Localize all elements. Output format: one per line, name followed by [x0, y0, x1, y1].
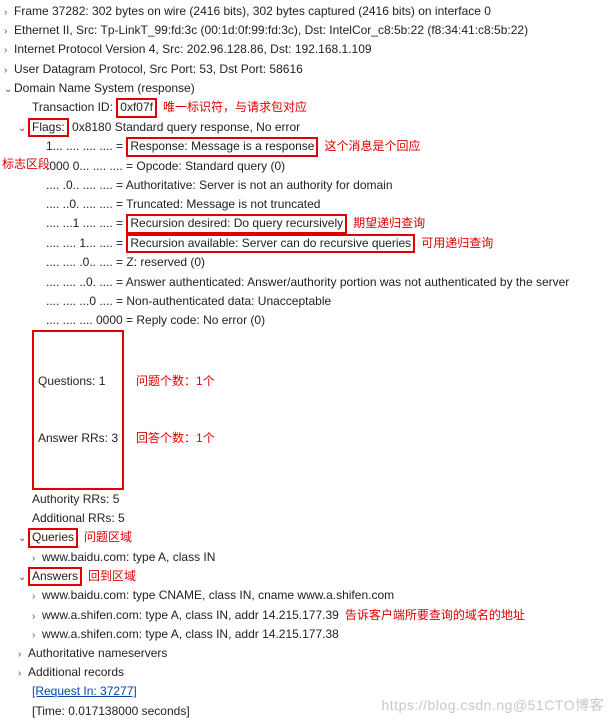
chevron-right-icon[interactable]: ›	[4, 63, 14, 79]
chevron-down-icon[interactable]: ⌄	[18, 570, 28, 586]
questions-text: Questions: 1	[38, 374, 105, 388]
udp-summary[interactable]: › User Datagram Protocol, Src Port: 53, …	[4, 60, 610, 79]
flag-bits: .... .... 1... .... =	[46, 234, 126, 253]
chevron-down-icon[interactable]: ⌄	[18, 531, 28, 547]
queries-label: Queries	[28, 528, 78, 548]
flag-truncated: .... ..0. .... .... = Truncated: Message…	[46, 195, 320, 214]
answer-rrs-text: Answer RRs: 3	[38, 431, 118, 445]
additional-records-row[interactable]: › Additional records	[4, 663, 610, 682]
authority-rrs: Authority RRs: 5	[32, 490, 119, 509]
chevron-right-icon[interactable]: ›	[18, 647, 28, 663]
chevron-right-icon[interactable]: ›	[4, 43, 14, 59]
answer-rrs-anno: 回答个数：1个	[136, 429, 215, 448]
counts-box: Questions: 1 Answer RRs: 3	[32, 330, 124, 490]
dns-summary[interactable]: ⌄ Domain Name System (response)	[4, 79, 610, 98]
query-item: www.baidu.com: type A, class IN	[42, 548, 215, 567]
frame-summary[interactable]: › Frame 37282: 302 bytes on wire (2416 b…	[4, 2, 610, 21]
chevron-right-icon[interactable]: ›	[4, 24, 14, 40]
additional-rrs-row[interactable]: Additional RRs: 5	[4, 509, 610, 528]
answers-row[interactable]: ⌄ Answers 回到区域	[4, 567, 610, 587]
flags-section-anno: 标志区段	[2, 155, 50, 174]
ethernet-summary[interactable]: › Ethernet II, Src: Tp-LinkT_99:fd:3c (0…	[4, 21, 610, 40]
additional-records: Additional records	[28, 663, 124, 682]
authoritative-ns: Authoritative nameservers	[28, 644, 167, 663]
questions-anno: 问题个数：1个	[136, 372, 215, 391]
transaction-id-value: 0xf07f	[116, 98, 157, 118]
flag-recursion-desired-row[interactable]: .... ...1 .... .... = Recursion desired:…	[4, 214, 610, 234]
flag-non-auth: .... .... ...0 .... = Non-authenticated …	[46, 292, 331, 311]
answer-item-2: www.a.shifen.com: type A, class IN, addr…	[42, 606, 339, 625]
flag-response-text: Response: Message is a response	[126, 137, 318, 157]
flag-answer-auth-row[interactable]: .... .... ..0. .... = Answer authenticat…	[4, 273, 610, 292]
chevron-right-icon[interactable]: ›	[32, 628, 42, 644]
answer-item-2-anno: 告诉客户端所要查询的域名的地址	[345, 606, 525, 625]
flags-row[interactable]: ⌄ Flags: 0x8180 Standard query response,…	[4, 118, 610, 138]
time-row[interactable]: [Time: 0.017138000 seconds]	[4, 702, 610, 721]
additional-rrs: Additional RRs: 5	[32, 509, 125, 528]
udp-text: User Datagram Protocol, Src Port: 53, Ds…	[14, 60, 303, 79]
chevron-right-icon[interactable]: ›	[32, 589, 42, 605]
answer-rrs-row[interactable]: Answer RRs: 3	[38, 429, 118, 448]
flag-z-row[interactable]: .... .... .0.. .... = Z: reserved (0)	[4, 253, 610, 272]
answers-anno: 回到区域	[88, 567, 136, 586]
flag-opcode-row[interactable]: .000 0... .... .... = Opcode: Standard q…	[4, 157, 610, 176]
flag-authoritative: .... .0.. .... .... = Authoritative: Ser…	[46, 176, 393, 195]
flag-authoritative-row[interactable]: .... .0.. .... .... = Authoritative: Ser…	[4, 176, 610, 195]
transaction-id-row[interactable]: Transaction ID: 0xf07f 唯一标识符，与请求包对应	[4, 98, 610, 118]
chevron-right-icon[interactable]: ›	[32, 551, 42, 567]
flag-recursion-available-row[interactable]: .... .... 1... .... = Recursion availabl…	[4, 234, 610, 254]
answer-item-row[interactable]: › www.a.shifen.com: type A, class IN, ad…	[4, 606, 610, 625]
chevron-right-icon[interactable]: ›	[4, 5, 14, 21]
queries-anno: 问题区域	[84, 528, 132, 547]
flag-recursion-desired-anno: 期望递归查询	[353, 214, 425, 233]
flag-bits: .... ...1 .... .... =	[46, 214, 126, 233]
answers-label: Answers	[28, 567, 82, 587]
flags-label: Flags:	[28, 118, 69, 138]
flag-answer-auth: .... .... ..0. .... = Answer authenticat…	[46, 273, 569, 292]
answer-item-1: www.baidu.com: type CNAME, class IN, cna…	[42, 586, 394, 605]
ip-summary[interactable]: › Internet Protocol Version 4, Src: 202.…	[4, 40, 610, 59]
dns-text: Domain Name System (response)	[14, 79, 195, 98]
chevron-right-icon[interactable]: ›	[32, 609, 42, 625]
flag-truncated-row[interactable]: .... ..0. .... .... = Truncated: Message…	[4, 195, 610, 214]
flags-value: 0x8180 Standard query response, No error	[69, 118, 300, 137]
flag-bits: 1... .... .... .... =	[46, 137, 126, 156]
flag-opcode: .000 0... .... .... = Opcode: Standard q…	[46, 157, 285, 176]
time-text: [Time: 0.017138000 seconds]	[32, 702, 190, 721]
eth-text: Ethernet II, Src: Tp-LinkT_99:fd:3c (00:…	[14, 21, 528, 40]
flag-recursion-desired-text: Recursion desired: Do query recursively	[126, 214, 347, 234]
request-in-link[interactable]: [Request In: 37277]	[32, 682, 137, 701]
ip-text: Internet Protocol Version 4, Src: 202.96…	[14, 40, 372, 59]
flag-reply-code: .... .... .... 0000 = Reply code: No err…	[46, 311, 265, 330]
queries-row[interactable]: ⌄ Queries 问题区域	[4, 528, 610, 548]
flag-response-row[interactable]: 1... .... .... .... = Response: Message …	[4, 137, 610, 157]
chevron-down-icon[interactable]: ⌄	[4, 82, 14, 98]
questions-row[interactable]: Questions: 1	[38, 372, 118, 391]
frame-text: Frame 37282: 302 bytes on wire (2416 bit…	[14, 2, 491, 21]
transaction-id-label: Transaction ID:	[32, 98, 116, 117]
flag-reply-code-row[interactable]: .... .... .... 0000 = Reply code: No err…	[4, 311, 610, 330]
flag-response-anno: 这个消息是个回应	[324, 137, 420, 156]
answer-item-3: www.a.shifen.com: type A, class IN, addr…	[42, 625, 339, 644]
flag-non-auth-row[interactable]: .... .... ...0 .... = Non-authenticated …	[4, 292, 610, 311]
flag-recursion-available-anno: 可用递归查询	[421, 234, 493, 253]
request-in-row[interactable]: [Request In: 37277]	[4, 682, 610, 701]
chevron-down-icon[interactable]: ⌄	[18, 121, 28, 137]
answer-item-row[interactable]: › www.a.shifen.com: type A, class IN, ad…	[4, 625, 610, 644]
query-item-row[interactable]: › www.baidu.com: type A, class IN	[4, 548, 610, 567]
authority-rrs-row[interactable]: Authority RRs: 5	[4, 490, 610, 509]
authoritative-ns-row[interactable]: › Authoritative nameservers	[4, 644, 610, 663]
answer-item-row[interactable]: › www.baidu.com: type CNAME, class IN, c…	[4, 586, 610, 605]
flag-recursion-available-text: Recursion available: Server can do recur…	[126, 234, 415, 254]
chevron-right-icon[interactable]: ›	[18, 666, 28, 682]
counts-block: Questions: 1 Answer RRs: 3 问题个数：1个 回答个数：…	[4, 330, 610, 490]
transaction-id-anno: 唯一标识符，与请求包对应	[163, 98, 307, 117]
flag-z: .... .... .0.. .... = Z: reserved (0)	[46, 253, 205, 272]
